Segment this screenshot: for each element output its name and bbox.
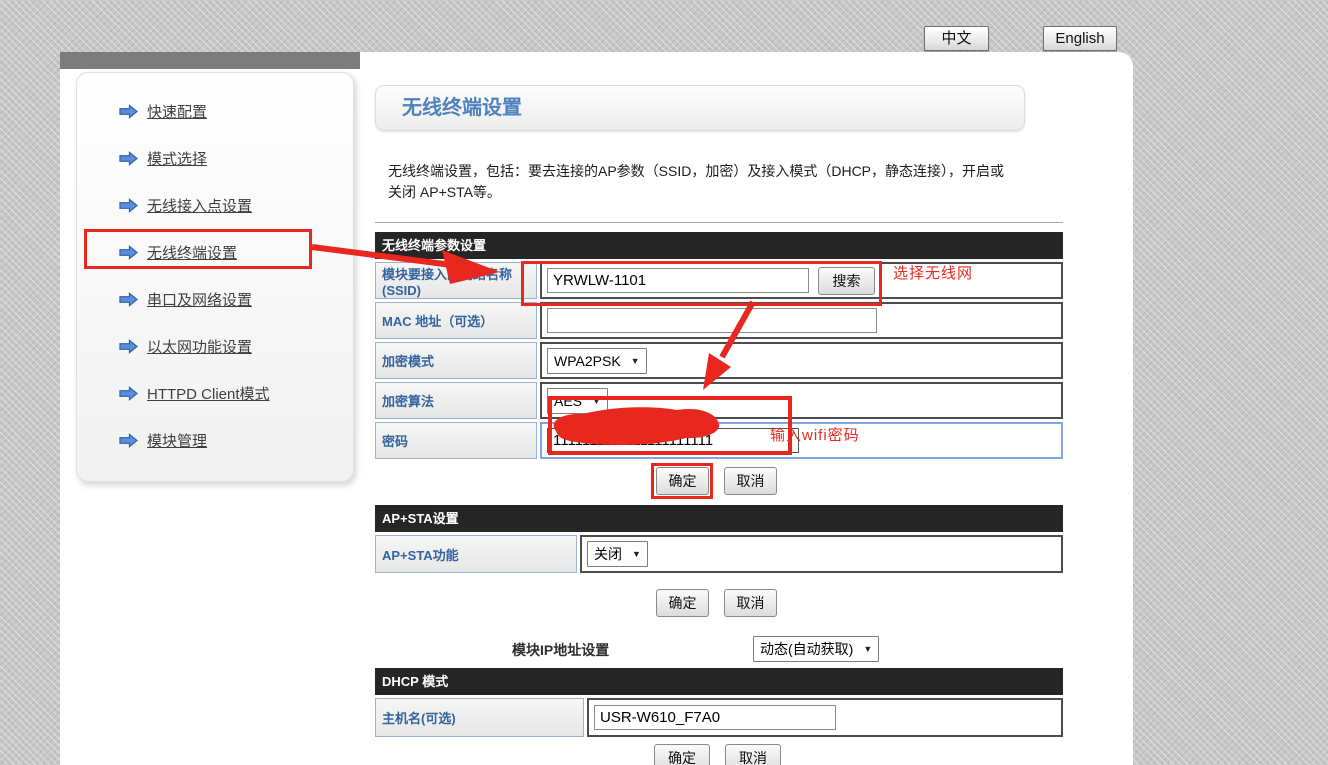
encryption-algorithm-value-cell: AES bbox=[540, 382, 1063, 419]
hostname-input[interactable] bbox=[594, 705, 836, 730]
page-background: 中文 English 快速配置 模式选择 无线接入点设置 无线终端设置 串口及网… bbox=[0, 0, 1328, 765]
page-description: 无线终端设置，包括：要去连接的AP参数（SSID，加密）及接入模式（DHCP，静… bbox=[388, 161, 1058, 203]
arrow-right-icon bbox=[119, 104, 138, 119]
sta-table-header: 无线终端参数设置 bbox=[375, 232, 1063, 259]
ssid-label: 模块要接入的网络名称(SSID) bbox=[375, 262, 537, 299]
mac-value-cell bbox=[540, 302, 1063, 339]
encryption-mode-value-cell: WPA2PSK bbox=[540, 342, 1063, 379]
arrow-right-icon bbox=[119, 151, 138, 166]
divider-line bbox=[375, 222, 1063, 223]
arrow-right-icon bbox=[119, 198, 138, 213]
sidebar: 快速配置 模式选择 无线接入点设置 无线终端设置 串口及网络设置 以太网功能设置… bbox=[76, 72, 354, 482]
sidebar-item-label: 快速配置 bbox=[147, 101, 207, 122]
encryption-algorithm-select[interactable]: AES bbox=[547, 388, 608, 414]
dhcp-ok-button[interactable]: 确定 bbox=[654, 744, 710, 765]
arrow-right-icon bbox=[119, 339, 138, 354]
encryption-mode-label: 加密模式 bbox=[375, 342, 537, 379]
hostname-value-cell bbox=[587, 698, 1063, 737]
encryption-mode-selected: WPA2PSK bbox=[554, 353, 621, 369]
dhcp-cancel-button[interactable]: 取消 bbox=[725, 744, 781, 765]
ssid-value-cell: 搜索 bbox=[540, 262, 1063, 299]
search-button[interactable]: 搜索 bbox=[818, 267, 875, 295]
encryption-mode-select[interactable]: WPA2PSK bbox=[547, 348, 647, 374]
sidebar-item-label: 无线终端设置 bbox=[147, 242, 237, 263]
arrow-right-icon bbox=[119, 292, 138, 307]
sidebar-item-label: HTTPD Client模式 bbox=[147, 383, 270, 404]
table-row-apsta-function: AP+STA功能 关闭 bbox=[375, 535, 1063, 573]
arrow-right-icon bbox=[119, 386, 138, 401]
sta-ok-button[interactable]: 确定 bbox=[656, 467, 709, 495]
module-ip-mode-selected: 动态(自动获取) bbox=[760, 639, 853, 659]
apsta-table-header: AP+STA设置 bbox=[375, 505, 1063, 532]
ssid-input[interactable] bbox=[547, 268, 809, 293]
apsta-function-selected: 关闭 bbox=[594, 544, 622, 564]
sidebar-item-wireless-ap-settings[interactable]: 无线接入点设置 bbox=[119, 190, 353, 220]
sidebar-item-wireless-sta-settings[interactable]: 无线终端设置 bbox=[119, 237, 353, 267]
language-english-button[interactable]: English bbox=[1043, 26, 1117, 51]
table-row-ssid: 模块要接入的网络名称(SSID) 搜索 bbox=[375, 262, 1063, 299]
password-input[interactable] bbox=[547, 428, 799, 453]
apsta-function-value-cell: 关闭 bbox=[580, 535, 1063, 573]
encryption-algorithm-selected: AES bbox=[554, 393, 582, 409]
dhcp-table-header: DHCP 模式 bbox=[375, 668, 1063, 695]
module-ip-setting-label: 模块IP地址设置 bbox=[512, 640, 609, 660]
table-row-mac: MAC 地址（可选） bbox=[375, 302, 1063, 339]
sidebar-item-uart-network-settings[interactable]: 串口及网络设置 bbox=[119, 284, 353, 314]
dhcp-buttons-row: 确定 取消 bbox=[654, 744, 781, 765]
sidebar-item-label: 无线接入点设置 bbox=[147, 195, 252, 216]
table-row-password: 密码 bbox=[375, 422, 1063, 459]
sidebar-item-label: 模式选择 bbox=[147, 148, 207, 169]
sidebar-item-quick-config[interactable]: 快速配置 bbox=[119, 96, 353, 126]
description-line-1: 无线终端设置，包括：要去连接的AP参数（SSID，加密）及接入模式（DHCP，静… bbox=[388, 161, 1058, 182]
apsta-function-label: AP+STA功能 bbox=[375, 535, 577, 573]
sidebar-item-ethernet-settings[interactable]: 以太网功能设置 bbox=[119, 331, 353, 361]
module-ip-mode-select[interactable]: 动态(自动获取) bbox=[753, 636, 879, 662]
password-label: 密码 bbox=[375, 422, 537, 459]
sta-cancel-button[interactable]: 取消 bbox=[724, 467, 777, 495]
sidebar-item-module-management[interactable]: 模块管理 bbox=[119, 425, 353, 455]
top-dark-bar bbox=[60, 52, 360, 69]
page-title: 无线终端设置 bbox=[375, 85, 1025, 131]
sidebar-item-label: 模块管理 bbox=[147, 430, 207, 451]
sta-buttons-row: 确定 取消 bbox=[656, 467, 777, 495]
sidebar-item-httpd-client-mode[interactable]: HTTPD Client模式 bbox=[119, 378, 353, 408]
sidebar-item-label: 以太网功能设置 bbox=[147, 336, 252, 357]
arrow-right-icon bbox=[119, 433, 138, 448]
table-row-hostname: 主机名(可选) bbox=[375, 698, 1063, 737]
language-chinese-button[interactable]: 中文 bbox=[924, 26, 989, 51]
table-row-encryption-algorithm: 加密算法 AES bbox=[375, 382, 1063, 419]
encryption-algorithm-label: 加密算法 bbox=[375, 382, 537, 419]
mac-label: MAC 地址（可选） bbox=[375, 302, 537, 339]
table-row-encryption-mode: 加密模式 WPA2PSK bbox=[375, 342, 1063, 379]
password-value-cell bbox=[540, 422, 1063, 459]
sidebar-item-mode-select[interactable]: 模式选择 bbox=[119, 143, 353, 173]
apsta-ok-button[interactable]: 确定 bbox=[656, 589, 709, 617]
description-line-2: 关闭 AP+STA等。 bbox=[388, 182, 1058, 203]
apsta-cancel-button[interactable]: 取消 bbox=[724, 589, 777, 617]
mac-input[interactable] bbox=[547, 308, 877, 333]
apsta-buttons-row: 确定 取消 bbox=[656, 589, 777, 617]
apsta-function-select[interactable]: 关闭 bbox=[587, 541, 648, 567]
sidebar-item-label: 串口及网络设置 bbox=[147, 289, 252, 310]
hostname-label: 主机名(可选) bbox=[375, 698, 584, 737]
arrow-right-icon bbox=[119, 245, 138, 260]
